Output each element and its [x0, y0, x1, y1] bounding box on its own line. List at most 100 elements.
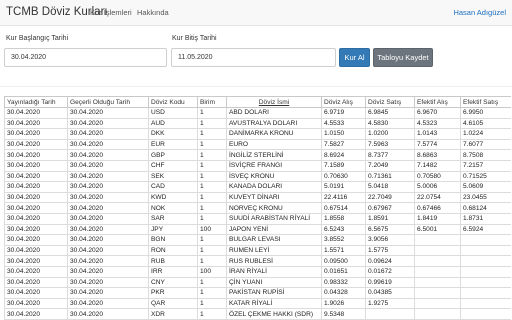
col-effective-selling-cell [460, 265, 511, 278]
col-effective-selling-cell [460, 287, 511, 299]
col-currency-code-cell: SEK [148, 170, 198, 183]
col-forex-selling-cell: 0.71361 [365, 170, 415, 183]
col-unit-cell: 1 [197, 276, 227, 289]
col-forex-selling-cell: 1.8591 [365, 212, 415, 225]
col-forex-buying-cell: 1.9026 [321, 297, 366, 310]
col-effective-buying-cell [414, 297, 461, 310]
end-date-input[interactable]: 11.05.2020 [171, 48, 336, 67]
col-effective-selling-header[interactable]: Efektif Satış [460, 96, 511, 108]
start-date-label: Kur Başlangıç Tarihi [6, 35, 69, 42]
col-published-date-cell: 30.04.2020 [4, 202, 68, 214]
col-forex-buying-cell: 0.67514 [321, 202, 366, 214]
col-forex-buying-cell: 4.5533 [321, 117, 366, 130]
col-effective-selling-cell [460, 308, 511, 320]
table-row: 30.04.2020 30.04.2020 SAR 1 SUUDİ ARABİSTAN … [4, 212, 511, 225]
col-effective-selling-cell: 0.68124 [460, 202, 511, 214]
col-published-date-cell: 30.04.2020 [4, 107, 68, 119]
col-forex-selling-cell: 7.2049 [365, 159, 415, 172]
col-published-date-cell: 30.04.2020 [4, 297, 68, 310]
table-row: 30.04.2020 30.04.2020 EUR 1 EURO 7.5827 7.5963… [4, 138, 511, 151]
col-currency-name-cell: ÖZEL ÇEKME HAKKI (SDR) [226, 308, 322, 320]
col-currency-code-cell: EUR [148, 138, 198, 151]
col-forex-selling-cell: 0.67967 [365, 202, 415, 214]
col-currency-code-cell: GBP [148, 149, 198, 161]
top-navbar: TCMB Döviz Kurları Kur İşlemleri Hakkınd… [0, 0, 512, 26]
col-valid-date-header[interactable]: Geçerli Olduğu Tarih [67, 96, 149, 108]
col-currency-name-cell: DANİMARKA KRONU [226, 128, 322, 140]
col-unit-cell: 1 [197, 297, 227, 310]
col-effective-buying-header[interactable]: Efektif Alış [414, 96, 461, 108]
col-published-date-cell: 30.04.2020 [4, 212, 68, 225]
col-published-date-cell: 30.04.2020 [4, 234, 68, 246]
rates-table-container[interactable]: Yayınladığı Tarih Geçerli Olduğu Tarih Döv… [4, 96, 511, 320]
col-valid-date-cell: 30.04.2020 [67, 255, 149, 267]
col-forex-buying-cell: 8.6924 [321, 149, 366, 161]
table-row: 30.04.2020 30.04.2020 QAR 1 KATAR RİYALİ 1.90… [4, 297, 511, 310]
col-currency-name-cell: RUS RUBLESİ [226, 255, 322, 267]
col-published-date-cell: 30.04.2020 [4, 223, 68, 236]
col-forex-selling-cell: 0.04385 [365, 287, 415, 299]
col-currency-code-cell: QAR [148, 297, 198, 310]
col-effective-buying-cell [414, 276, 461, 289]
col-valid-date-cell: 30.04.2020 [67, 191, 149, 204]
col-published-date-header[interactable]: Yayınladığı Tarih [4, 96, 68, 108]
fetch-rates-button[interactable]: Kur Al [339, 48, 370, 67]
table-row: 30.04.2020 30.04.2020 RUB 1 RUS RUBLESİ 0.095… [4, 255, 511, 267]
col-effective-buying-cell [414, 287, 461, 299]
col-published-date-cell: 30.04.2020 [4, 276, 68, 289]
col-currency-name-cell: KUVEYT DİNARI [226, 191, 322, 204]
col-currency-code-cell: IRR [148, 265, 198, 278]
col-effective-selling-cell [460, 276, 511, 289]
col-forex-buying-cell: 0.70630 [321, 170, 366, 183]
col-valid-date-cell: 30.04.2020 [67, 170, 149, 183]
col-effective-buying-cell: 6.5001 [414, 223, 461, 236]
col-published-date-cell: 30.04.2020 [4, 138, 68, 151]
col-forex-selling-header[interactable]: Döviz Satış [365, 96, 415, 108]
rates-table: Yayınladığı Tarih Geçerli Olduğu Tarih Döv… [4, 96, 511, 320]
col-effective-selling-cell [460, 244, 511, 257]
col-valid-date-cell: 30.04.2020 [67, 287, 149, 299]
col-valid-date-cell: 30.04.2020 [67, 244, 149, 257]
col-forex-buying-header[interactable]: Döviz Alış [321, 96, 366, 108]
user-name-link[interactable]: Hasan Adıgüzel [453, 8, 506, 17]
col-currency-code-header[interactable]: Döviz Kodu [148, 96, 198, 108]
table-header-row: Yayınladığı Tarih Geçerli Olduğu Tarih Döv… [4, 96, 511, 108]
col-unit-cell: 1 [197, 202, 227, 214]
col-published-date-cell: 30.04.2020 [4, 159, 68, 172]
nav-link-kur-islemleri[interactable]: Kur İşlemleri [90, 8, 132, 17]
col-effective-buying-cell: 0.70580 [414, 170, 461, 183]
col-unit-header[interactable]: Birim [197, 96, 227, 108]
col-currency-name-cell: KANADA DOLARI [226, 181, 322, 193]
col-currency-name-cell: KATAR RİYALİ [226, 297, 322, 310]
col-effective-selling-cell: 1.8731 [460, 212, 511, 225]
col-forex-buying-cell: 3.8552 [321, 234, 366, 246]
col-forex-selling-cell: 5.0418 [365, 181, 415, 193]
col-published-date-cell: 30.04.2020 [4, 149, 68, 161]
nav-link-hakkinda[interactable]: Hakkında [137, 8, 169, 17]
col-currency-name-header[interactable]: Döviz İsmi [226, 96, 322, 108]
col-published-date-cell: 30.04.2020 [4, 181, 68, 193]
col-valid-date-cell: 30.04.2020 [67, 234, 149, 246]
col-forex-buying-cell: 0.09500 [321, 255, 366, 267]
col-valid-date-cell: 30.04.2020 [67, 117, 149, 130]
col-published-date-cell: 30.04.2020 [4, 128, 68, 140]
col-published-date-cell: 30.04.2020 [4, 255, 68, 267]
col-valid-date-cell: 30.04.2020 [67, 212, 149, 225]
col-forex-buying-cell: 1.0150 [321, 128, 366, 140]
col-currency-code-cell: DKK [148, 128, 198, 140]
table-row: 30.04.2020 30.04.2020 DKK 1 DANİMARKA KRONU 1… [4, 128, 511, 140]
table-row: 30.04.2020 30.04.2020 PKR 1 PAKİSTAN RUPİSİ 0… [4, 287, 511, 299]
col-effective-buying-cell: 22.0754 [414, 191, 461, 204]
col-valid-date-cell: 30.04.2020 [67, 107, 149, 119]
col-unit-cell: 1 [197, 170, 227, 183]
col-effective-selling-cell: 4.6105 [460, 117, 511, 130]
col-currency-name-cell: PAKİSTAN RUPİSİ [226, 287, 322, 299]
col-unit-cell: 100 [197, 223, 227, 236]
col-effective-selling-cell: 1.0224 [460, 128, 511, 140]
start-date-input[interactable]: 30.04.2020 [4, 48, 167, 67]
save-table-button[interactable]: Tabloyu Kaydet [373, 48, 433, 67]
col-currency-name-cell: JAPON YENİ [226, 223, 322, 236]
col-valid-date-cell: 30.04.2020 [67, 223, 149, 236]
col-valid-date-cell: 30.04.2020 [67, 297, 149, 310]
col-valid-date-cell: 30.04.2020 [67, 265, 149, 278]
